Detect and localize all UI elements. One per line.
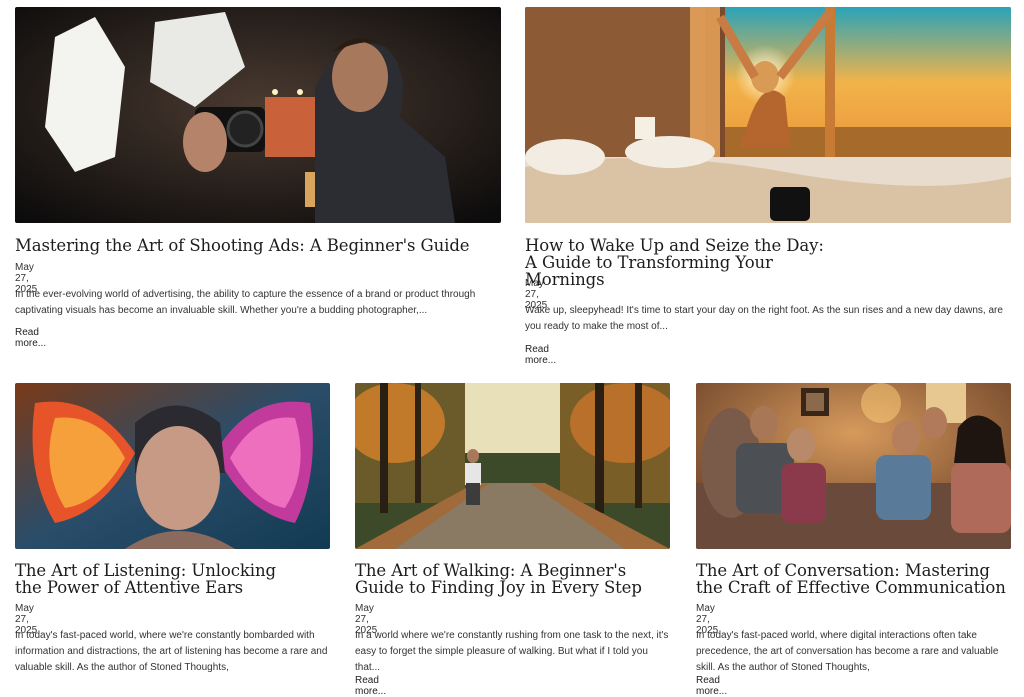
post-image-photographer[interactable] bbox=[15, 7, 501, 223]
post-excerpt: In a world where we're constantly rushin… bbox=[355, 630, 669, 673]
post-image-sunrise-bedroom[interactable] bbox=[525, 7, 1011, 223]
post-image-forest-walk[interactable] bbox=[355, 383, 670, 549]
post-title[interactable]: The Art of Listening: Unlocking the Powe… bbox=[15, 562, 285, 596]
post-excerpt: In today's fast-paced world, where digit… bbox=[696, 630, 999, 673]
post-title[interactable]: How to Wake Up and Seize the Day: A Guid… bbox=[525, 237, 835, 288]
read-more-link[interactable]: Read more... bbox=[15, 327, 46, 349]
post-title[interactable]: The Art of Conversation: Mastering the C… bbox=[696, 562, 1006, 596]
read-more-link[interactable]: Read more... bbox=[696, 675, 727, 697]
post-title[interactable]: Mastering the Art of Shooting Ads: A Beg… bbox=[15, 237, 495, 254]
post-excerpt: Wake up, sleepyhead! It's time to start … bbox=[525, 305, 1003, 332]
post-image-conversation[interactable] bbox=[696, 383, 1011, 549]
read-more-link[interactable]: Read more... bbox=[355, 675, 386, 697]
post-excerpt: In the ever-evolving world of advertisin… bbox=[15, 289, 476, 316]
read-more-link[interactable]: Read more... bbox=[525, 344, 556, 366]
post-image-listening[interactable] bbox=[15, 383, 330, 549]
post-title[interactable]: The Art of Walking: A Beginner's Guide t… bbox=[355, 562, 655, 596]
post-excerpt: In today's fast-paced world, where we're… bbox=[15, 630, 328, 673]
